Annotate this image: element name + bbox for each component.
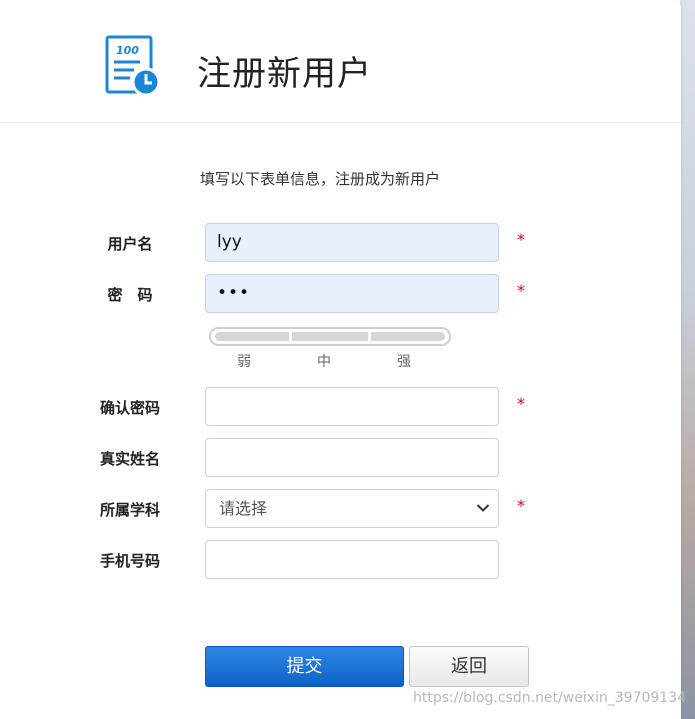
username-input[interactable]: lyy [205, 223, 499, 262]
confirm-password-label: 确认密码 [99, 399, 160, 417]
phone-input[interactable] [205, 540, 499, 579]
watermark: https://blog.csdn.net/weixin_39709134 [413, 690, 687, 706]
score-sheet-clock-icon: 100 [105, 35, 161, 97]
subject-label: 所属学科 [99, 501, 160, 519]
phone-label: 手机号码 [99, 552, 160, 570]
subject-select[interactable]: 请选择 [205, 489, 499, 528]
subject-required-mark: * [517, 496, 525, 515]
strength-label-weak: 弱 [237, 354, 251, 370]
strength-label-strong: 强 [397, 354, 411, 370]
confirm-password-input[interactable] [205, 387, 499, 426]
password-label: 密 码 [107, 286, 153, 304]
strength-label-medium: 中 [317, 354, 331, 370]
register-panel: 100 注册新用户 填写以下表单信息，注册成为新用户 用户名 lyy * 密 码… [0, 0, 681, 719]
username-label: 用户名 [107, 235, 153, 253]
password-required-mark: * [517, 281, 525, 300]
submit-button[interactable]: 提交 [205, 646, 404, 687]
real-name-input[interactable] [205, 438, 499, 477]
password-input[interactable]: ••• [205, 274, 499, 313]
page-title: 注册新用户 [197, 54, 372, 94]
strength-segment-medium [292, 332, 368, 341]
header: 100 注册新用户 [0, 0, 681, 123]
intro-text: 填写以下表单信息，注册成为新用户 [200, 170, 441, 188]
username-required-mark: * [517, 230, 525, 249]
background-edge [680, 0, 695, 719]
real-name-label: 真实姓名 [99, 450, 160, 468]
subject-selected-value: 请选择 [219, 499, 268, 518]
password-strength-meter [209, 327, 451, 346]
strength-segment-strong [371, 332, 445, 341]
strength-segment-weak [215, 332, 289, 341]
logo-text: 100 [116, 44, 139, 57]
confirm-password-required-mark: * [517, 394, 525, 413]
back-button[interactable]: 返回 [409, 646, 529, 687]
chevron-down-icon [476, 504, 490, 512]
